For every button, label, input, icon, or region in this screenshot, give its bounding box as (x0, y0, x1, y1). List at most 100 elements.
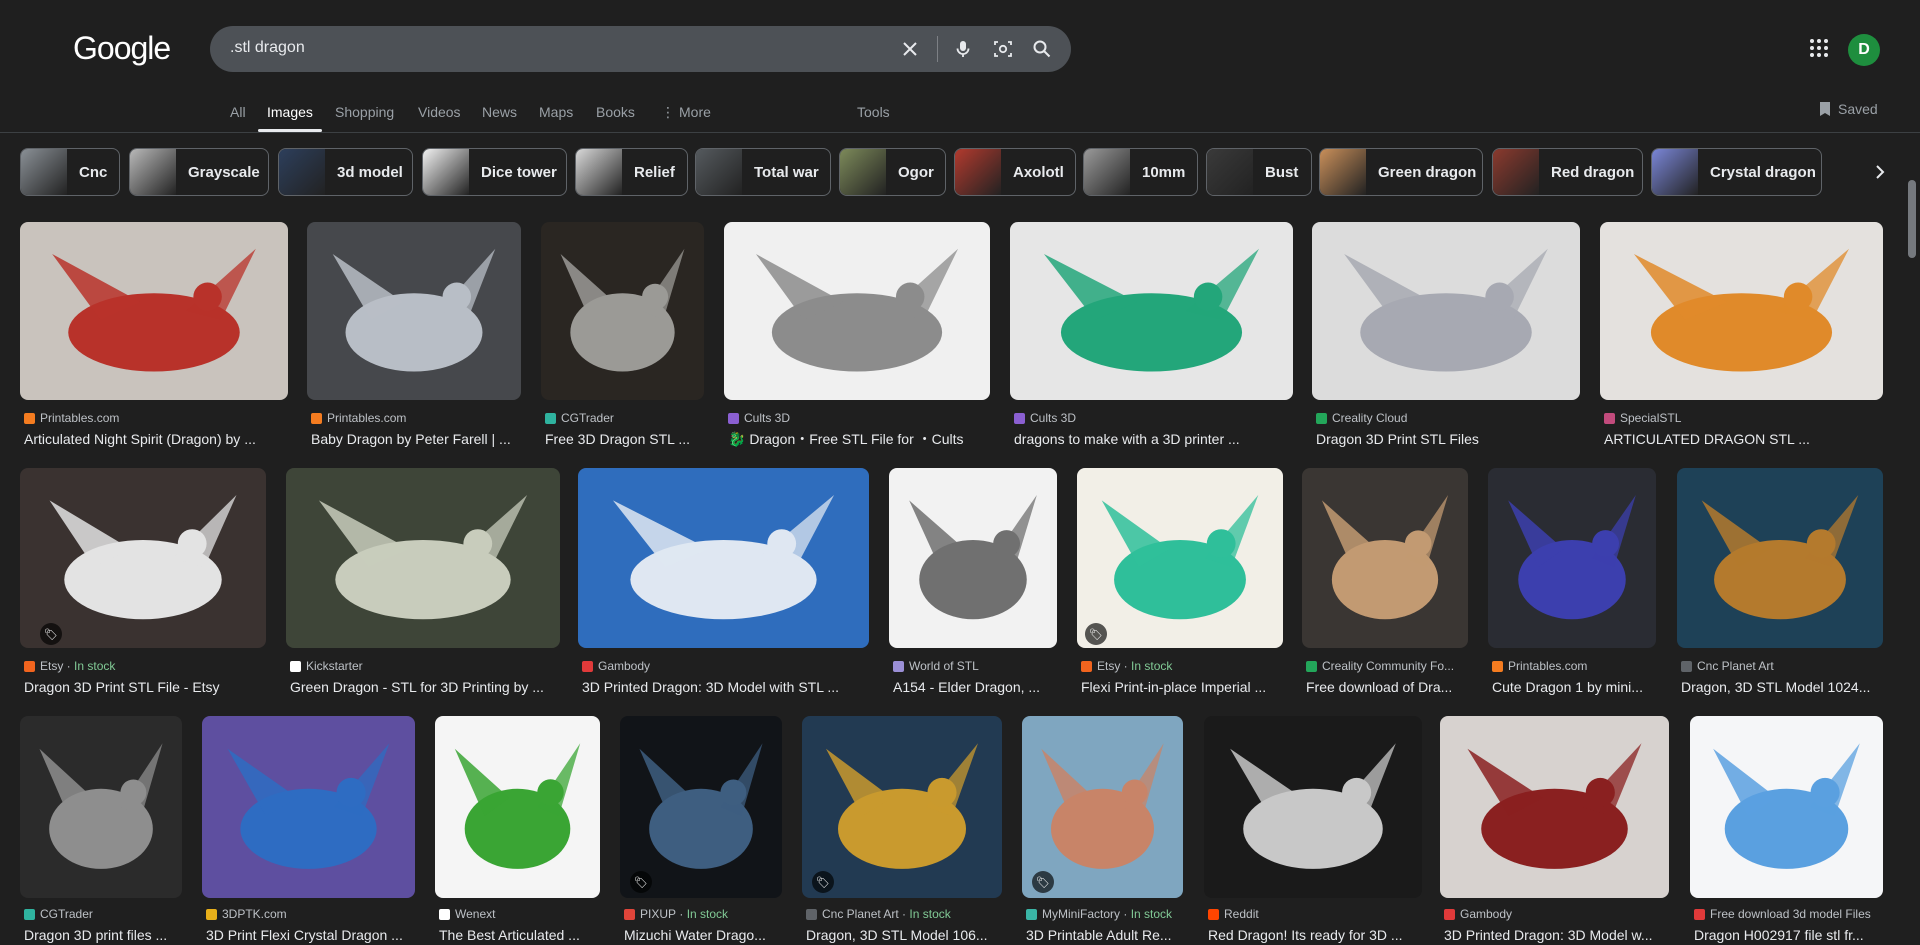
tab-shopping[interactable]: Shopping (335, 104, 394, 120)
search-box[interactable]: .stl dragon (210, 26, 1071, 72)
result-source[interactable]: Gambody (582, 658, 869, 674)
account-avatar[interactable]: D (1848, 34, 1880, 66)
result-title[interactable]: 3D Printed Dragon: 3D Model w... (1444, 926, 1669, 944)
result-thumbnail[interactable] (1440, 716, 1669, 898)
result-thumbnail[interactable] (1600, 222, 1883, 400)
chip-bust[interactable]: Bust (1206, 148, 1312, 196)
result-thumbnail[interactable] (802, 716, 1002, 898)
chip-relief[interactable]: Relief (575, 148, 688, 196)
result-source[interactable]: Etsy · In stock (24, 658, 266, 674)
chip-3d-model[interactable]: 3d model (278, 148, 413, 196)
chip-axolotl[interactable]: Axolotl (954, 148, 1076, 196)
result-thumbnail[interactable] (20, 222, 288, 400)
result-title[interactable]: Baby Dragon by Peter Farell | ... (311, 430, 521, 448)
chip-grayscale[interactable]: Grayscale (129, 148, 269, 196)
result-title[interactable]: Cute Dragon 1 by mini... (1492, 678, 1656, 696)
chip-green-dragon[interactable]: Green dragon (1319, 148, 1483, 196)
result-title[interactable]: Dragon H002917 file stl fr... (1694, 926, 1883, 944)
result-thumbnail[interactable] (20, 468, 266, 648)
result-title[interactable]: dragons to make with a 3D printer ... (1014, 430, 1293, 448)
result-title[interactable]: Dragon 3D Print STL Files (1316, 430, 1580, 448)
scrollbar[interactable] (1908, 180, 1916, 258)
result-title[interactable]: 3D Printable Adult Re... (1026, 926, 1183, 944)
search-icon[interactable] (1030, 37, 1054, 61)
result-source[interactable]: Creality Community Fo... (1306, 658, 1468, 674)
result-source[interactable]: Cults 3D (1014, 410, 1293, 426)
result-source[interactable]: PIXUP · In stock (624, 906, 782, 922)
result-thumbnail[interactable] (20, 716, 182, 898)
result-thumbnail[interactable] (1312, 222, 1580, 400)
tab-all[interactable]: All (230, 104, 246, 120)
result-thumbnail[interactable] (1690, 716, 1883, 898)
result-source[interactable]: Free download 3d model Files (1694, 906, 1883, 922)
result-title[interactable]: Dragon 3D print files ... (24, 926, 182, 944)
result-title[interactable]: A154 - Elder Dragon, ... (893, 678, 1057, 696)
chip-10mm[interactable]: 10mm (1083, 148, 1198, 196)
result-source[interactable]: 3DPTK.com (206, 906, 415, 922)
tab-images[interactable]: Images (267, 104, 313, 120)
result-source[interactable]: Kickstarter (290, 658, 560, 674)
result-title[interactable]: 🐉 Dragon・Free STL File for ・Cults (728, 430, 990, 448)
result-title[interactable]: Flexi Print-in-place Imperial ... (1081, 678, 1283, 696)
result-source[interactable]: Wenext (439, 906, 600, 922)
result-source[interactable]: Cnc Planet Art (1681, 658, 1883, 674)
result-source[interactable]: Creality Cloud (1316, 410, 1580, 426)
camera-lens-icon[interactable] (991, 37, 1015, 61)
chevron-right-icon[interactable] (1860, 148, 1900, 196)
result-source[interactable]: Reddit (1208, 906, 1422, 922)
result-title[interactable]: The Best Articulated ... (439, 926, 600, 944)
tab-more[interactable]: ⋮ More (661, 104, 711, 121)
result-title[interactable]: Red Dragon! Its ready for 3D ... (1208, 926, 1422, 944)
result-title[interactable]: Dragon 3D Print STL File - Etsy (24, 678, 266, 696)
result-source[interactable]: Cnc Planet Art · In stock (806, 906, 1002, 922)
result-source[interactable]: Etsy · In stock (1081, 658, 1283, 674)
result-source[interactable]: Printables.com (1492, 658, 1656, 674)
result-thumbnail[interactable] (541, 222, 704, 400)
tab-books[interactable]: Books (596, 104, 635, 120)
google-logo[interactable]: Google (73, 30, 171, 67)
microphone-icon[interactable] (951, 37, 975, 61)
result-source[interactable]: MyMiniFactory · In stock (1026, 906, 1183, 922)
result-thumbnail[interactable] (889, 468, 1057, 648)
tab-videos[interactable]: Videos (418, 104, 461, 120)
result-thumbnail[interactable] (1077, 468, 1283, 648)
result-title[interactable]: Mizuchi Water Drago... (624, 926, 782, 944)
result-title[interactable]: Green Dragon - STL for 3D Printing by ..… (290, 678, 560, 696)
chip-red-dragon[interactable]: Red dragon (1492, 148, 1643, 196)
result-source[interactable]: CGTrader (24, 906, 182, 922)
saved-button[interactable]: Saved (1818, 101, 1878, 117)
chip-dice-tower[interactable]: Dice tower (422, 148, 567, 196)
tab-maps[interactable]: Maps (539, 104, 573, 120)
result-thumbnail[interactable] (1302, 468, 1468, 648)
result-source[interactable]: Printables.com (24, 410, 288, 426)
result-source[interactable]: World of STL (893, 658, 1057, 674)
result-thumbnail[interactable] (435, 716, 600, 898)
result-thumbnail[interactable] (1488, 468, 1656, 648)
result-title[interactable]: Free 3D Dragon STL ... (545, 430, 704, 448)
result-thumbnail[interactable] (578, 468, 869, 648)
result-title[interactable]: Dragon, 3D STL Model 106... (806, 926, 1002, 944)
result-thumbnail[interactable] (1677, 468, 1883, 648)
result-title[interactable]: 3D Print Flexi Crystal Dragon ... (206, 926, 415, 944)
tools-button[interactable]: Tools (857, 104, 890, 120)
result-thumbnail[interactable] (202, 716, 415, 898)
apps-grid-icon[interactable] (1809, 38, 1831, 60)
result-title[interactable]: Free download of Dra... (1306, 678, 1468, 696)
chip-cnc[interactable]: Cnc (20, 148, 120, 196)
clear-icon[interactable] (898, 37, 922, 61)
chip-total-war[interactable]: Total war (695, 148, 831, 196)
result-source[interactable]: Cults 3D (728, 410, 990, 426)
result-source[interactable]: Gambody (1444, 906, 1669, 922)
tab-news[interactable]: News (482, 104, 517, 120)
result-title[interactable]: Dragon, 3D STL Model 1024... (1681, 678, 1883, 696)
search-input[interactable]: .stl dragon (230, 39, 305, 57)
result-source[interactable]: CGTrader (545, 410, 704, 426)
result-title[interactable]: Articulated Night Spirit (Dragon) by ... (24, 430, 288, 448)
result-thumbnail[interactable] (1010, 222, 1293, 400)
result-thumbnail[interactable] (724, 222, 990, 400)
result-thumbnail[interactable] (1204, 716, 1422, 898)
result-title[interactable]: ARTICULATED DRAGON STL ... (1604, 430, 1883, 448)
chip-ogor[interactable]: Ogor (839, 148, 946, 196)
chip-crystal-dragon[interactable]: Crystal dragon (1651, 148, 1822, 196)
result-title[interactable]: 3D Printed Dragon: 3D Model with STL ... (582, 678, 869, 696)
